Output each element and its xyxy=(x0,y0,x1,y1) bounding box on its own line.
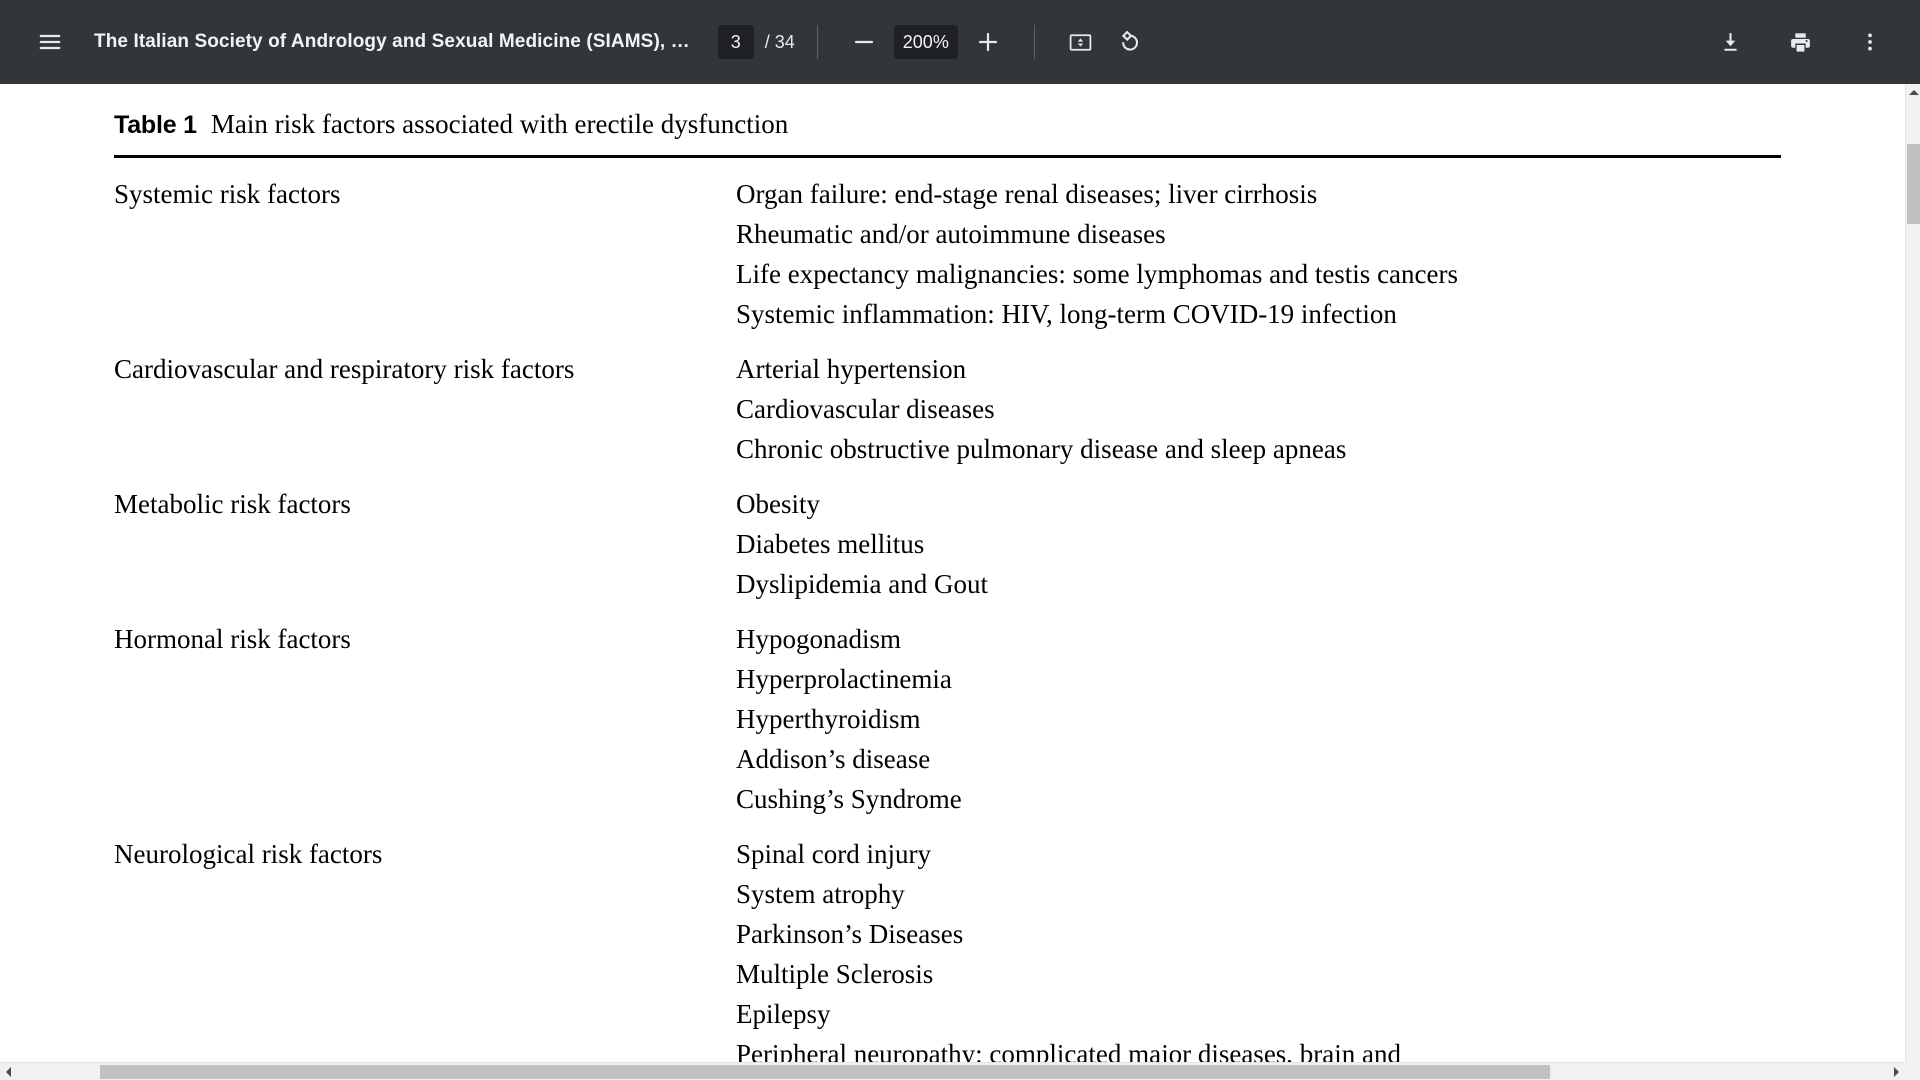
zoom-level-value[interactable]: 200% xyxy=(893,25,958,59)
download-icon xyxy=(1718,30,1743,55)
table-row-items: Hypogonadism Hyperprolactinemia Hyperthyro… xyxy=(736,619,1894,819)
table-row-item: Organ failure: end-stage renal diseases;… xyxy=(736,178,1318,209)
scrollbar-corner xyxy=(1905,1062,1920,1080)
page-navigation-group: / 34 xyxy=(717,25,795,59)
vertical-scrollbar-thumb[interactable] xyxy=(1907,144,1920,224)
scroll-right-button[interactable] xyxy=(1888,1063,1905,1080)
zoom-controls-group: 200% xyxy=(840,18,1012,66)
table-row-item: Parkinson’s Diseases xyxy=(736,918,964,949)
table-row-category: Systemic risk factors xyxy=(114,178,341,209)
horizontal-scrollbar[interactable] xyxy=(0,1062,1905,1080)
table-row-item: Life expectancy malignancies: some lymph… xyxy=(736,258,1458,289)
more-options-button[interactable] xyxy=(1846,18,1894,66)
table-row-item: Hyperthyroidism xyxy=(736,703,921,734)
page-total-label: / 34 xyxy=(764,31,795,52)
pdf-toolbar: The Italian Society of Andrology and Sex… xyxy=(0,0,1920,84)
table-row-item: Cushing’s Syndrome xyxy=(736,783,962,814)
pdf-viewer-area[interactable]: Table 1 Main risk factors associated with… xyxy=(0,84,1920,1080)
fit-to-page-icon xyxy=(1068,30,1093,55)
table-row-category: Metabolic risk factors xyxy=(114,488,351,519)
table-body: Systemic risk factors Organ failure: end-… xyxy=(114,174,1894,1074)
table-row-item: Systemic inflammation: HIV, long-term CO… xyxy=(736,298,1397,329)
vertical-scrollbar[interactable] xyxy=(1905,84,1920,1080)
minus-icon xyxy=(852,30,876,54)
scroll-up-arrow-icon xyxy=(1908,89,1919,95)
table-row: Systemic risk factors Organ failure: end-… xyxy=(114,174,1894,334)
table-row-item: Multiple Sclerosis xyxy=(736,958,934,989)
rotate-counterclockwise-button[interactable] xyxy=(1105,18,1153,66)
table-caption-label: Table 1 xyxy=(114,111,197,139)
horizontal-scrollbar-thumb[interactable] xyxy=(100,1065,1550,1079)
scroll-right-arrow-icon xyxy=(1894,1067,1899,1077)
table-row-items: Spinal cord injury System atrophy Parkinso… xyxy=(736,834,1894,1074)
table-caption-text: Main risk factors associated with erecti… xyxy=(210,109,789,139)
table-row: Metabolic risk factors Obesity Diabetes me… xyxy=(114,484,1894,604)
table-row-item: Epilepsy xyxy=(736,998,831,1029)
zoom-out-button[interactable] xyxy=(840,18,888,66)
zoom-in-button[interactable] xyxy=(964,18,1012,66)
hamburger-menu-icon xyxy=(37,29,63,55)
pdf-page-canvas: Table 1 Main risk factors associated with… xyxy=(0,84,1905,1069)
print-icon xyxy=(1788,30,1813,55)
table-row-item: Rheumatic and/or autoimmune diseases xyxy=(736,218,1166,249)
table-row-item: Hyperprolactinemia xyxy=(736,663,952,694)
table-row-item: Hypogonadism xyxy=(736,623,901,654)
table-1: Table 1 Main risk factors associated with… xyxy=(114,108,1894,1080)
print-button[interactable] xyxy=(1776,18,1824,66)
table-row-item: Addison’s disease xyxy=(736,743,931,774)
document-title: The Italian Society of Andrology and Sex… xyxy=(94,31,690,52)
table-row-item: Arterial hypertension xyxy=(736,353,967,384)
table-row: Cardiovascular and respiratory risk fact… xyxy=(114,349,1894,469)
rotate-counterclockwise-icon xyxy=(1116,29,1142,55)
table-row-items: Organ failure: end-stage renal diseases;… xyxy=(736,174,1894,334)
scroll-left-arrow-icon xyxy=(6,1067,11,1077)
table-row-items: Obesity Diabetes mellitus Dyslipidemia and… xyxy=(736,484,1894,604)
table-row-category: Cardiovascular and respiratory risk fact… xyxy=(114,353,575,384)
toolbar-divider-1 xyxy=(816,25,818,59)
plus-icon xyxy=(976,30,1000,54)
more-vertical-icon xyxy=(1858,30,1882,54)
table-row-item: Cardiovascular diseases xyxy=(736,393,995,424)
table-row-category: Neurological risk factors xyxy=(114,838,383,869)
toolbar-divider-2 xyxy=(1033,25,1035,59)
table-row-category: Hormonal risk factors xyxy=(114,623,351,654)
table-row-item: Diabetes mellitus xyxy=(736,528,925,559)
scroll-up-button[interactable] xyxy=(1906,84,1920,100)
table-row: Neurological risk factors Spinal cord inj… xyxy=(114,834,1894,1074)
table-row-items: Arterial hypertension Cardiovascular dise… xyxy=(736,349,1894,469)
table-header-rule xyxy=(114,154,1781,158)
table-row-item: Chronic obstructive pulmonary disease an… xyxy=(736,433,1347,464)
table-row-item: Dyslipidemia and Gout xyxy=(736,568,988,599)
fit-to-page-button[interactable] xyxy=(1057,18,1105,66)
download-button[interactable] xyxy=(1706,18,1754,66)
table-row: Hormonal risk factors Hypogonadism Hyperpr… xyxy=(114,619,1894,819)
table-row-item: Spinal cord injury xyxy=(736,838,931,869)
scroll-left-button[interactable] xyxy=(0,1063,17,1080)
hamburger-menu-button[interactable] xyxy=(26,18,74,66)
table-row-item: System atrophy xyxy=(736,878,905,909)
table-caption: Table 1 Main risk factors associated with… xyxy=(114,108,1894,142)
page-number-input[interactable] xyxy=(717,25,754,59)
table-row-item: Obesity xyxy=(736,488,820,519)
toolbar-actions-group xyxy=(1684,18,1894,66)
